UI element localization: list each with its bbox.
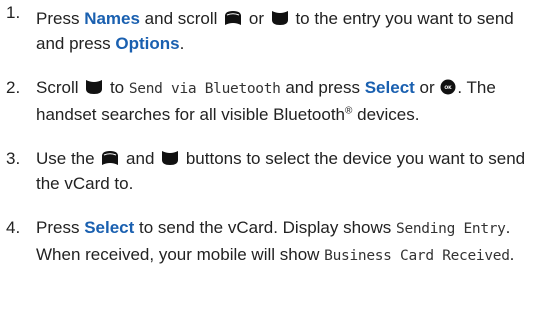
select-keyword: Select: [84, 218, 135, 237]
display-text: Business Card Received: [324, 248, 510, 264]
step-text: Use the: [36, 149, 100, 168]
step-2: 2. Scroll to Send via Bluetooth and pres…: [6, 75, 531, 127]
step-text: .: [509, 245, 515, 264]
step-text: or: [244, 9, 269, 28]
scroll-up-button-icon: [102, 151, 119, 165]
step-number: 3.: [6, 149, 21, 168]
scroll-down-button-icon: [162, 151, 179, 165]
step-text: .: [179, 34, 185, 53]
svg-text:OK: OK: [445, 85, 453, 91]
step-3: 3. Use the and buttons to select the dev…: [6, 146, 531, 196]
scroll-down-button-icon: [271, 11, 288, 25]
step-text: devices.: [352, 105, 420, 124]
step-number: 4.: [6, 218, 21, 237]
step-text: and scroll: [139, 9, 223, 28]
display-text: Send via Bluetooth: [128, 81, 281, 97]
scroll-down-button-icon: [86, 80, 103, 94]
step-text: and: [121, 149, 160, 168]
display-text: Sending Entry: [396, 221, 506, 237]
step-text: or: [414, 78, 440, 97]
ok-button-icon: OK: [440, 79, 456, 95]
step-text: to: [105, 78, 129, 97]
step-text: Scroll: [36, 78, 84, 97]
select-keyword: Select: [364, 78, 415, 97]
step-text: and press: [280, 78, 365, 97]
step-text: Press: [36, 218, 85, 237]
names-keyword: Names: [84, 9, 140, 28]
step-1: 1. Press Names and scroll or to the entr…: [6, 0, 531, 56]
options-keyword: Options: [115, 34, 180, 53]
step-text: Press: [36, 9, 85, 28]
step-number: 1.: [6, 3, 21, 22]
scroll-up-button-icon: [225, 11, 242, 25]
step-number: 2.: [6, 78, 21, 97]
instruction-list: 1. Press Names and scroll or to the entr…: [6, 0, 531, 269]
step-4: 4. Press Select to send the vCard. Displ…: [6, 215, 531, 269]
step-text: to send the vCard. Display shows: [134, 218, 397, 237]
